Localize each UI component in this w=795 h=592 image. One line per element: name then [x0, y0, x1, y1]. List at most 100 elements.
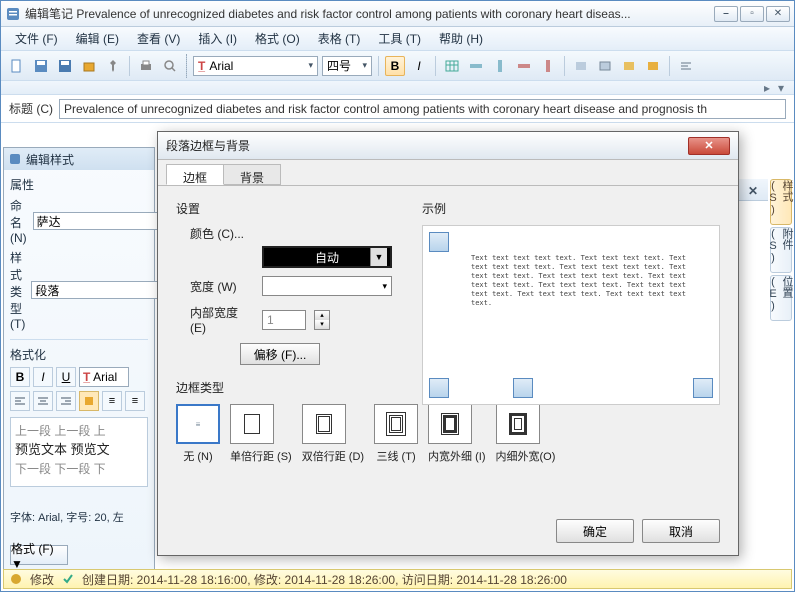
menu-help[interactable]: 帮助 (H) [431, 27, 491, 50]
align-left-icon[interactable] [10, 391, 30, 411]
offset-button[interactable]: 偏移 (F)... [240, 343, 320, 365]
inner-width-label: 内部宽度 (E) [190, 304, 254, 335]
dialog-tabs: 边框 背景 [158, 160, 738, 186]
font-size-select[interactable]: 四号 ▾ [322, 56, 372, 76]
example-heading: 示例 [422, 200, 720, 217]
width-select[interactable]: ▾ [262, 276, 392, 296]
border-type-single[interactable] [230, 404, 274, 444]
font-name: Arial [209, 59, 233, 73]
toolbar-overflow: ▸ ▾ [1, 81, 794, 95]
example-text: Text text text text text. Text text text… [471, 254, 689, 309]
name-label: 命名 (N) [10, 197, 27, 245]
search-icon[interactable] [160, 56, 180, 76]
side-tab-position[interactable]: 位置 (E) [770, 275, 792, 321]
toolbar-main: T̲ Arial ▾ 四号 ▾ B I [1, 51, 794, 81]
check-icon [62, 573, 74, 585]
font-info-text: 字体: Arial, 字号: 20, 左 [10, 509, 148, 525]
handle-bm[interactable] [513, 378, 533, 398]
side-tab-style[interactable]: 样式 (S) [770, 179, 792, 225]
dialog-titlebar[interactable]: 段落边框与背景 ✕ [158, 132, 738, 160]
menu-view[interactable]: 查看 (V) [129, 27, 188, 50]
dialog-title: 段落边框与背景 [166, 137, 688, 154]
tab-close-icon[interactable]: ✕ [748, 184, 760, 196]
title-row: 标题 (C) [1, 95, 794, 123]
save2-icon[interactable] [55, 56, 75, 76]
format-heading: 格式化 [10, 346, 148, 363]
width-label: 宽度 (W) [190, 278, 254, 295]
cancel-button[interactable]: 取消 [642, 519, 720, 543]
border-type-triple[interactable] [374, 404, 418, 444]
merge-icon[interactable] [643, 56, 663, 76]
menu-tools[interactable]: 工具 (T) [370, 27, 429, 50]
italic-button[interactable]: I [409, 56, 429, 76]
cell2-icon[interactable] [595, 56, 615, 76]
border-type-double[interactable] [302, 404, 346, 444]
align-center-icon[interactable] [33, 391, 53, 411]
props-icon[interactable] [79, 56, 99, 76]
save-icon[interactable] [31, 56, 51, 76]
highlight-icon[interactable] [79, 391, 99, 411]
format-dropdown-button[interactable]: 格式 (F) ▼ [10, 545, 68, 565]
indent-icon[interactable]: ≡ [125, 391, 145, 411]
insert-col-icon[interactable] [490, 56, 510, 76]
status-dates: 创建日期: 2014-11-28 18:16:00, 修改: 2014-11-2… [82, 571, 567, 588]
color-select[interactable]: 自动 [262, 246, 392, 268]
handle-tl[interactable] [429, 232, 449, 252]
font-family-select[interactable]: T̲ Arial ▾ [193, 56, 318, 76]
menu-format[interactable]: 格式 (O) [247, 27, 308, 50]
font-mini-select[interactable]: T̲ Arial [79, 367, 129, 387]
dialog-close-button[interactable]: ✕ [688, 137, 730, 155]
chevron-down-icon: ▾ [362, 60, 367, 71]
side-tabs: 样式 (S) 附件 (S) 位置 (E) [770, 179, 792, 321]
menu-insert[interactable]: 插入 (I) [190, 27, 245, 50]
align-icon[interactable] [676, 56, 696, 76]
inner-width-spinner[interactable]: ▴▾ [314, 310, 330, 330]
overflow-icon[interactable]: ▸ [764, 81, 770, 95]
menubar: 文件 (F) 编辑 (E) 查看 (V) 插入 (I) 格式 (O) 表格 (T… [1, 27, 794, 51]
delete-col-icon[interactable] [538, 56, 558, 76]
table-icon[interactable] [442, 56, 462, 76]
cell1-icon[interactable] [571, 56, 591, 76]
minimize-button[interactable]: ⎯ [714, 6, 738, 22]
example-preview: Text text text text text. Text text text… [422, 225, 720, 405]
delete-row-icon[interactable] [514, 56, 534, 76]
border-dialog: 段落边框与背景 ✕ 边框 背景 设置 颜色 (C)... 自动 宽度 (W) ▾… [157, 131, 739, 556]
outdent-icon[interactable]: ≡ [102, 391, 122, 411]
chevron-down-icon: ▾ [308, 60, 313, 71]
border-type-none[interactable]: ≡ [176, 404, 220, 444]
bold-btn[interactable]: B [10, 367, 30, 387]
menu-file[interactable]: 文件 (F) [7, 27, 66, 50]
tab-background[interactable]: 背景 [223, 164, 281, 185]
handle-br[interactable] [693, 378, 713, 398]
cell3-icon[interactable] [619, 56, 639, 76]
edit-panel-title: 编辑样式 [4, 148, 154, 170]
font-icon: T̲ [198, 59, 205, 73]
window-title: 编辑笔记 Prevalence of unrecognized diabetes… [25, 5, 714, 22]
insert-row-icon[interactable] [466, 56, 486, 76]
print-icon[interactable] [136, 56, 156, 76]
menu-edit[interactable]: 编辑 (E) [68, 27, 127, 50]
pin-icon[interactable] [103, 56, 123, 76]
dropdown-icon[interactable]: ▾ [778, 81, 784, 95]
inner-width-input[interactable]: 1 [262, 310, 306, 330]
title-label: 标题 (C) [9, 100, 53, 117]
align-right-icon[interactable] [56, 391, 76, 411]
ok-button[interactable]: 确定 [556, 519, 634, 543]
handle-bl[interactable] [429, 378, 449, 398]
bold-button[interactable]: B [385, 56, 405, 76]
new-icon[interactable] [7, 56, 27, 76]
type-label: 样式类型 (T) [10, 249, 25, 331]
side-tab-attach[interactable]: 附件 (S) [770, 227, 792, 273]
tab-border[interactable]: 边框 [166, 164, 224, 185]
panel-icon [8, 152, 22, 166]
style-preview: 上一段 上一段 上 预览文本 预览文 下一段 下一段 下 [10, 417, 148, 487]
status-bar: 修改 创建日期: 2014-11-28 18:16:00, 修改: 2014-1… [3, 569, 792, 589]
title-input[interactable] [59, 99, 786, 119]
app-icon [5, 6, 21, 22]
underline-btn[interactable]: U [56, 367, 76, 387]
close-button[interactable]: ✕ [766, 6, 790, 22]
menu-table[interactable]: 表格 (T) [310, 27, 369, 50]
status-modified: 修改 [30, 571, 54, 588]
italic-btn[interactable]: I [33, 367, 53, 387]
maximize-button[interactable]: ▫ [740, 6, 764, 22]
